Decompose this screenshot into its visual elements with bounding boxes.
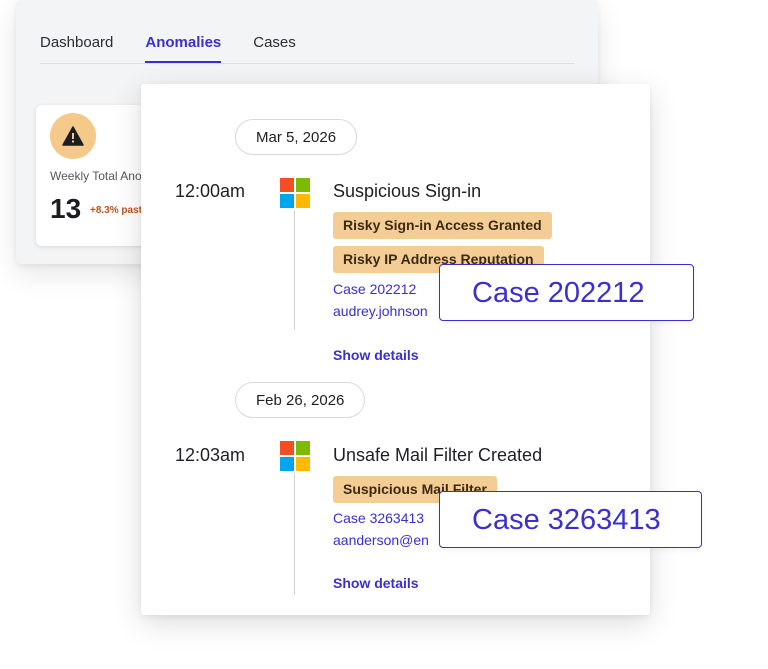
tag-badge: Risky Sign-in Access Granted [333,212,552,239]
warning-icon [50,113,96,159]
event-title[interactable]: Unsafe Mail Filter Created [333,445,542,466]
case-link[interactable]: Case 202212 [333,281,416,297]
show-details-link[interactable]: Show details [333,575,419,591]
show-details-link[interactable]: Show details [333,347,419,363]
event-time: 12:03am [175,445,246,465]
tab-bar: Dashboard Anomalies Cases [40,26,574,64]
date-pill: Feb 26, 2026 [235,382,366,418]
user-link[interactable]: audrey.johnson [333,303,428,319]
case-popup[interactable]: Case 202212 [439,264,694,321]
tab-dashboard[interactable]: Dashboard [40,26,113,63]
stat-value: 13 [50,193,82,224]
microsoft-logo-icon [280,178,310,208]
date-pill: Mar 5, 2026 [235,119,358,155]
tab-cases[interactable]: Cases [253,26,296,63]
case-link[interactable]: Case 3263413 [333,510,424,526]
microsoft-logo-icon [280,441,310,471]
timeline-line [294,473,295,595]
case-popup[interactable]: Case 3263413 [439,491,702,548]
tab-anomalies[interactable]: Anomalies [145,26,222,63]
event-title[interactable]: Suspicious Sign-in [333,181,481,202]
user-link[interactable]: aanderson@en [333,532,429,548]
timeline-line [294,210,295,330]
event-time: 12:00am [175,181,246,201]
